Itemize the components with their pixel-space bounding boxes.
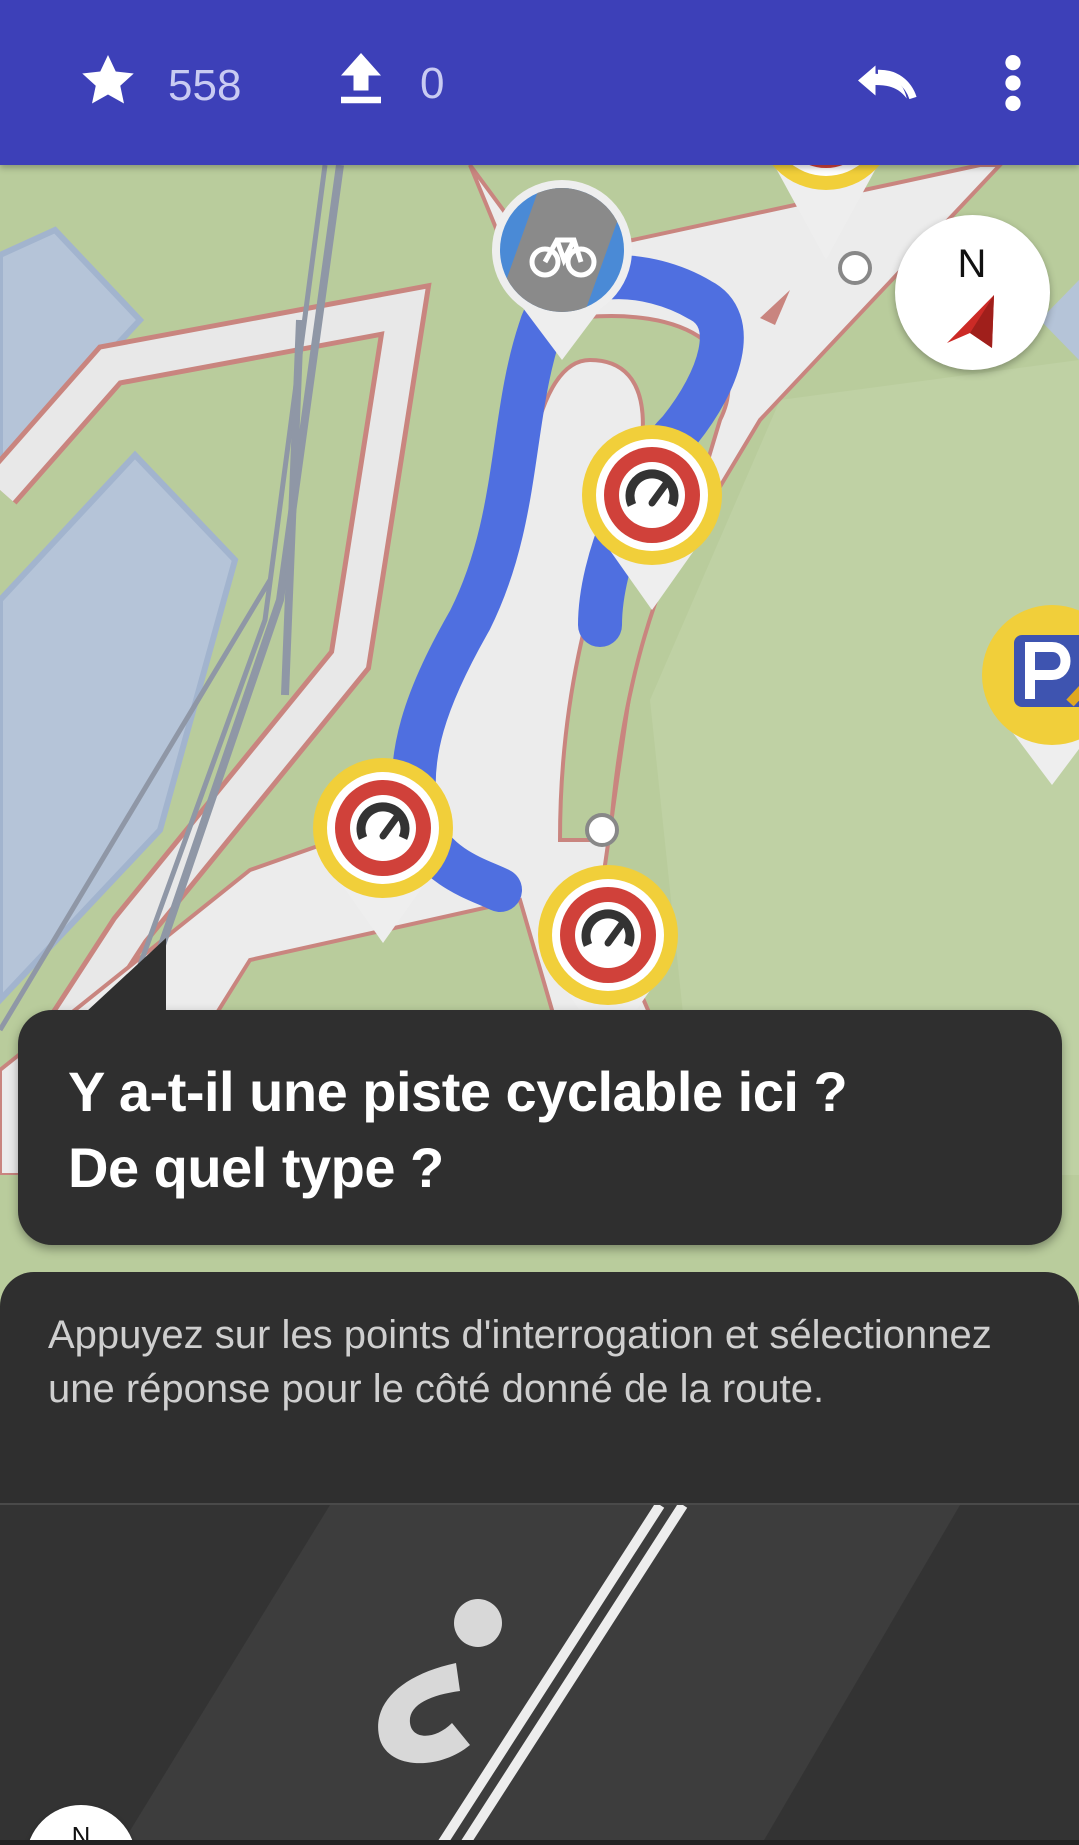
- compass-icon: N: [947, 242, 994, 348]
- side-compass: N: [26, 1805, 136, 1845]
- stars-counter[interactable]: 558: [78, 50, 241, 121]
- top-toolbar: 558 0: [0, 0, 1079, 165]
- left-side-question-mark[interactable]: [360, 1595, 520, 1779]
- compass-button[interactable]: N: [895, 215, 1050, 370]
- upload-count: 0: [420, 58, 445, 108]
- street-side-selector[interactable]: N: [0, 1503, 1079, 1845]
- star-icon: [78, 50, 138, 121]
- undo-button[interactable]: [855, 58, 921, 119]
- road-illustration: [0, 1505, 1079, 1845]
- more-vert-icon: [1000, 55, 1026, 122]
- compass-north-label: N: [958, 242, 987, 286]
- quest-title-bubble: Y a-t-il une piste cyclable ici ? De que…: [18, 938, 1062, 1245]
- bubble-tail: [86, 938, 166, 1012]
- undo-icon: [855, 58, 921, 119]
- question-mark-icon: [378, 1599, 502, 1764]
- quest-question-line-2: De quel type ?: [68, 1136, 444, 1199]
- upload-icon: [336, 50, 386, 117]
- quest-question: Y a-t-il une piste cyclable ici ? De que…: [68, 1054, 848, 1206]
- compass-icon: N: [72, 1821, 91, 1845]
- star-count: 558: [168, 60, 242, 110]
- quest-question-line-1: Y a-t-il une piste cyclable ici ?: [68, 1060, 848, 1123]
- answer-panel: Appuyez sur les points d'interrogation e…: [0, 1272, 1079, 1845]
- uploads-counter[interactable]: 0: [336, 50, 444, 117]
- instruction-text: Appuyez sur les points d'interrogation e…: [48, 1313, 992, 1411]
- more-options-button[interactable]: [1000, 55, 1026, 122]
- bottom-edge: [0, 1840, 1079, 1845]
